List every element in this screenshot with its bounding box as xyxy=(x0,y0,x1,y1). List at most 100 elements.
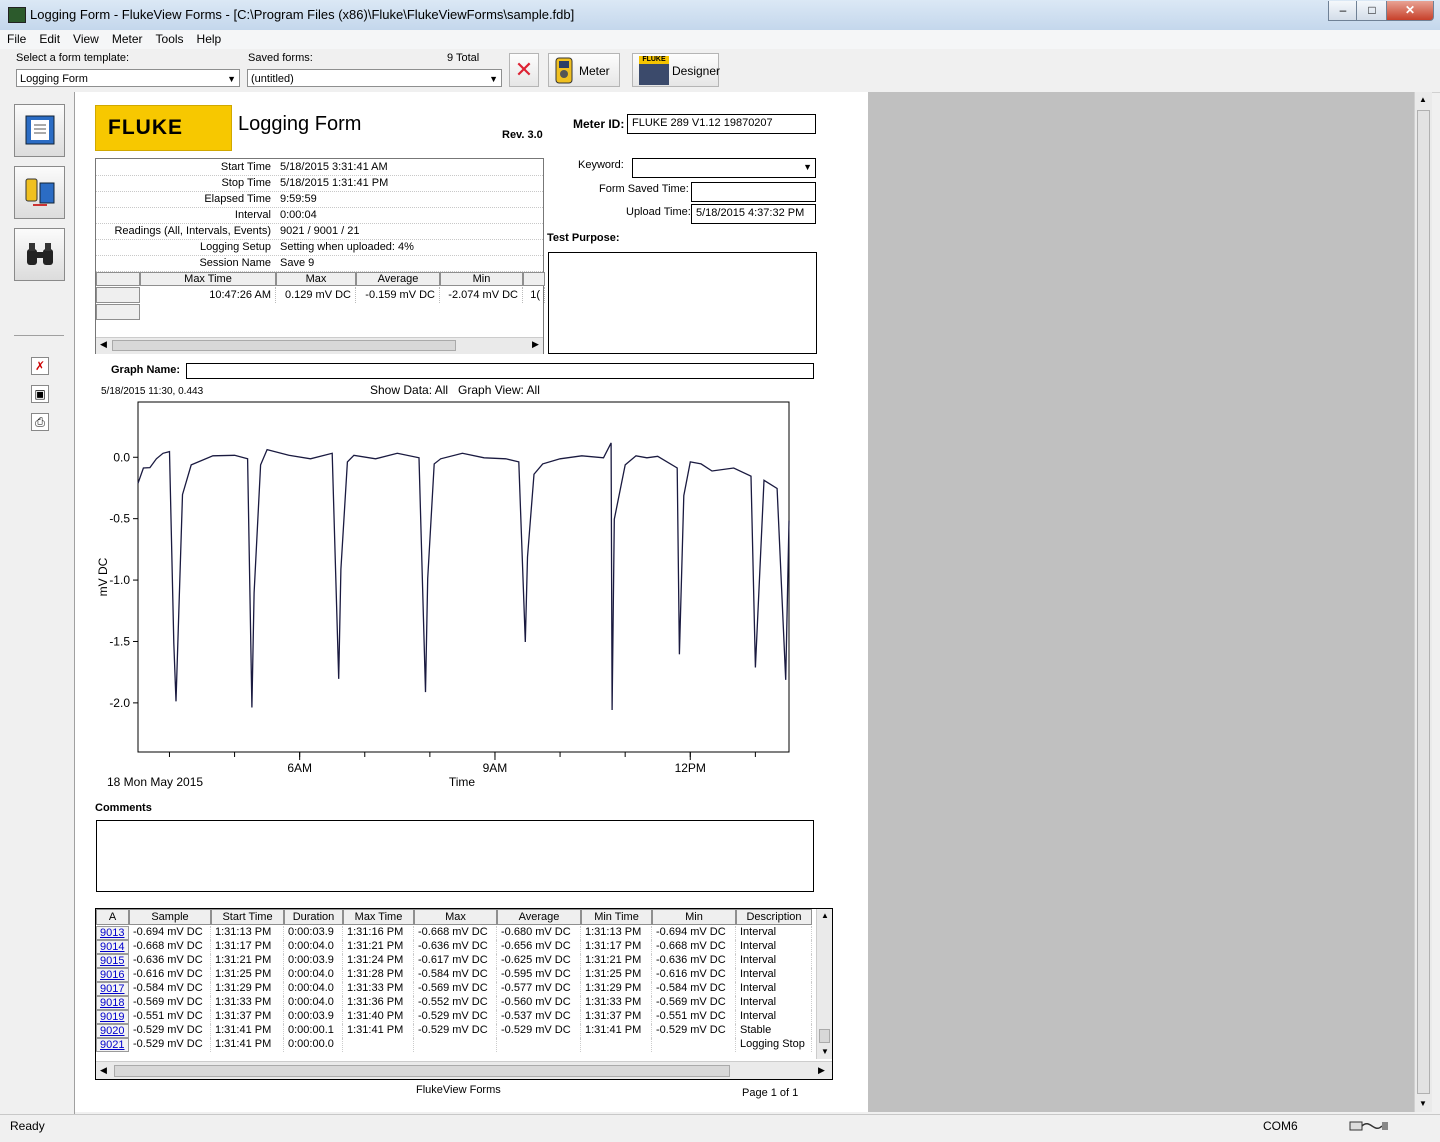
readings-header[interactable]: A xyxy=(96,909,129,925)
scroll-right-icon[interactable]: ▶ xyxy=(818,1065,825,1076)
scroll-up-icon[interactable]: ▲ xyxy=(1419,95,1427,104)
reading-cell: -0.584 mV DC xyxy=(129,982,211,996)
reading-cell: 1:31:37 PM xyxy=(211,1010,284,1024)
save-button[interactable]: ▣ xyxy=(31,385,49,403)
reading-index-link[interactable]: 9020 xyxy=(96,1024,129,1038)
x-tick-label: 6AM xyxy=(287,761,312,775)
form-saved-field[interactable] xyxy=(691,182,816,202)
reading-index-link[interactable]: 9017 xyxy=(96,982,129,996)
reading-index-link[interactable]: 9019 xyxy=(96,1010,129,1024)
designer-badge: FLUKE xyxy=(639,56,669,64)
menu-view[interactable]: View xyxy=(66,30,105,46)
menu-meter[interactable]: Meter xyxy=(105,30,149,46)
saved-forms-value: (untitled) xyxy=(251,73,294,85)
template-select[interactable]: Logging Form ▼ xyxy=(16,69,240,87)
session-info-key: Logging Setup xyxy=(200,241,271,253)
reading-index-link[interactable]: 9021 xyxy=(96,1038,129,1052)
minimize-button[interactable]: – xyxy=(1328,1,1358,21)
reading-cell: -0.584 mV DC xyxy=(414,968,497,982)
readings-header[interactable]: Duration xyxy=(284,909,343,925)
summary-value: -0.159 mV DC xyxy=(356,287,440,303)
saved-forms-label: Saved forms: xyxy=(248,52,313,64)
search-forms-button[interactable] xyxy=(14,228,65,281)
readings-header[interactable]: Min Time xyxy=(581,909,652,925)
scroll-left-icon[interactable]: ◀ xyxy=(100,339,107,350)
upload-time-field[interactable]: 5/18/2015 4:37:32 PM xyxy=(691,204,816,224)
readings-header[interactable]: Average xyxy=(497,909,581,925)
graph-name-field[interactable] xyxy=(186,363,814,379)
reading-index-link[interactable]: 9014 xyxy=(96,940,129,954)
status-text: Ready xyxy=(10,1119,45,1133)
readings-header[interactable]: Min xyxy=(652,909,736,925)
graph-view-options[interactable]: Show Data: All Graph View: All xyxy=(370,383,540,397)
print-button[interactable]: ⎙ xyxy=(31,413,49,431)
menu-tools[interactable]: Tools xyxy=(149,30,190,46)
meter-id-label: Meter ID: xyxy=(573,117,625,131)
reading-cell: 1:31:25 PM xyxy=(211,968,284,982)
menu-help[interactable]: Help xyxy=(190,30,228,46)
main-vscroll-thumb[interactable] xyxy=(1417,110,1430,1094)
readings-header[interactable]: Max xyxy=(414,909,497,925)
form-view-button[interactable] xyxy=(14,104,65,157)
session-info-value: 5/18/2015 1:31:41 PM xyxy=(280,177,389,189)
readings-header[interactable]: Sample xyxy=(129,909,211,925)
readings-header[interactable]: Description xyxy=(736,909,812,925)
reading-cell xyxy=(652,1038,736,1052)
session-info-value: Setting when uploaded: 4% xyxy=(280,241,414,253)
readings-hscroll-thumb[interactable] xyxy=(114,1065,730,1077)
readings-vscroll-thumb[interactable] xyxy=(819,1029,830,1043)
session-info-key: Readings (All, Intervals, Events) xyxy=(114,225,271,237)
test-purpose-field[interactable] xyxy=(548,252,817,354)
main-vscroll[interactable]: ▲ ▼ xyxy=(1414,92,1432,1112)
maximize-button[interactable]: □ xyxy=(1356,1,1388,21)
scroll-down-icon[interactable]: ▼ xyxy=(1419,1099,1427,1108)
meter-id-field[interactable]: FLUKE 289 V1.12 19870207 xyxy=(627,114,816,134)
menu-file[interactable]: File xyxy=(0,30,32,46)
workspace-background xyxy=(868,92,1414,1112)
readings-header[interactable]: Max Time xyxy=(343,909,414,925)
reading-cell: -0.584 mV DC xyxy=(652,982,736,996)
menu-edit[interactable]: Edit xyxy=(32,30,66,46)
session-info-key: Session Name xyxy=(199,257,271,269)
reading-cell: 1:31:21 PM xyxy=(581,954,652,968)
reading-cell: 0:00:03.9 xyxy=(284,1010,343,1024)
scroll-right-icon[interactable]: ▶ xyxy=(532,339,539,350)
saved-forms-select[interactable]: (untitled) ▼ xyxy=(247,69,502,87)
meter-button[interactable]: Meter xyxy=(548,53,620,87)
reading-cell: -0.625 mV DC xyxy=(497,954,581,968)
readings-header[interactable]: Start Time xyxy=(211,909,284,925)
scroll-up-icon[interactable]: ▲ xyxy=(821,911,829,920)
binoculars-icon xyxy=(27,243,53,265)
reading-index-link[interactable]: 9016 xyxy=(96,968,129,982)
reading-cell: -0.529 mV DC xyxy=(129,1038,211,1052)
reading-cell: -0.529 mV DC xyxy=(129,1024,211,1038)
graph-name-label: Graph Name: xyxy=(111,364,181,376)
title-bar: Logging Form - FlukeView Forms - [C:\Pro… xyxy=(0,0,1440,31)
chevron-down-icon: ▼ xyxy=(489,74,498,84)
reading-cell: 1:31:36 PM xyxy=(343,996,414,1010)
reading-index-link[interactable]: 9018 xyxy=(96,996,129,1010)
logging-chart[interactable]: 0.0 -0.5 -1.0 -1.5 -2.0 6AM 9AM 12PM mV DC Tim… xyxy=(95,397,795,792)
reading-cell: Interval xyxy=(736,968,812,982)
summary-hscroll[interactable]: ◀ ▶ xyxy=(96,337,543,354)
keyword-select[interactable]: ▼ xyxy=(632,158,816,178)
left-panel: ✗ ▣ ⎙ xyxy=(0,92,75,1114)
y-tick-label: -0.5 xyxy=(109,512,130,526)
reading-cell: -0.636 mV DC xyxy=(414,940,497,954)
meter-transfer-button[interactable] xyxy=(14,166,65,219)
readings-hscroll[interactable]: ◀ ▶ xyxy=(96,1061,832,1079)
delete-button[interactable]: ✕ xyxy=(509,53,539,87)
delete-form-button[interactable]: ✗ xyxy=(31,357,49,375)
summary-hscroll-thumb[interactable] xyxy=(112,340,456,351)
session-info-row: Logging Setup Setting when uploaded: 4% xyxy=(96,239,543,256)
summary-grid: Max Time Max Average Min 10:47:26 AM 0.129 mV… xyxy=(96,272,545,322)
reading-index-link[interactable]: 9013 xyxy=(96,926,129,940)
readings-vscroll[interactable]: ▲ ▼ xyxy=(816,909,832,1059)
close-button[interactable]: ✕ xyxy=(1386,1,1434,21)
comments-field[interactable] xyxy=(96,820,814,892)
form-view-icon xyxy=(25,115,55,145)
scroll-down-icon[interactable]: ▼ xyxy=(821,1047,829,1056)
designer-button[interactable]: FLUKE Designer xyxy=(632,53,720,87)
scroll-left-icon[interactable]: ◀ xyxy=(100,1065,107,1076)
reading-index-link[interactable]: 9015 xyxy=(96,954,129,968)
